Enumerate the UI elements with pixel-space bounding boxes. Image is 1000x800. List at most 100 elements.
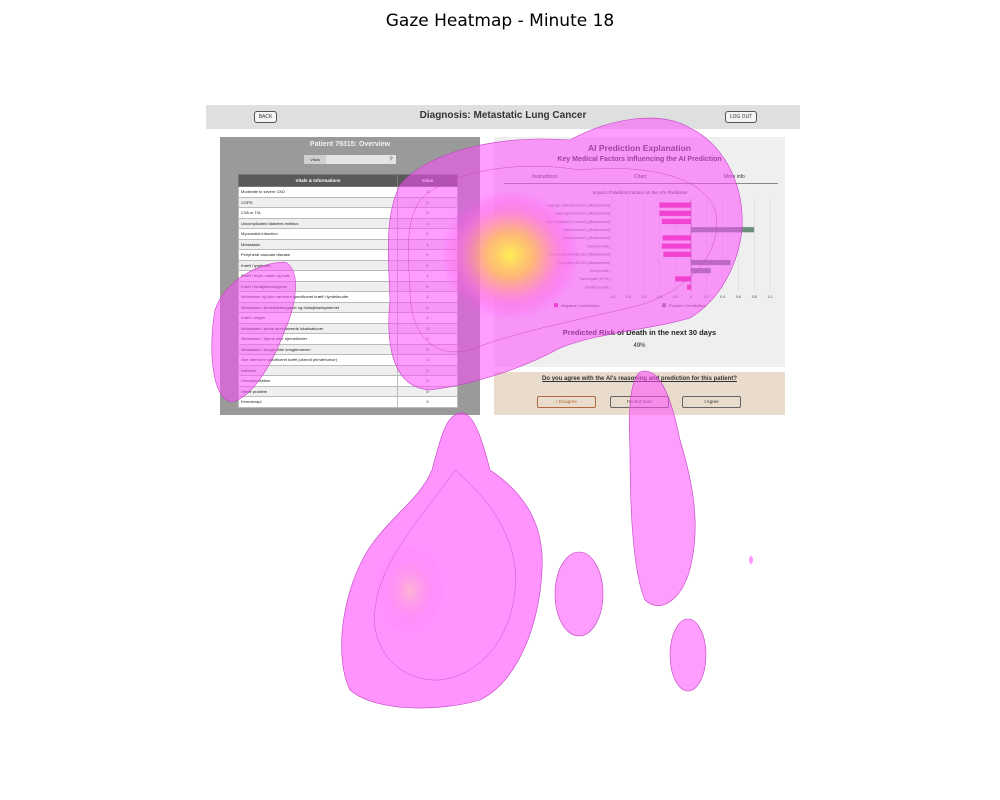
column-header-vitals[interactable]: Vitals & Informations [238,174,398,187]
category-label: Trombocytter (10^9/L) [579,277,610,281]
table-row: Metastaser i knogle eller knoglemarven 0 [238,343,458,355]
legend-positive: Positive Contribution [669,303,706,308]
ai-tabs: Instructions Chart More info [504,174,778,184]
row-label: Urinvejsinfektion [238,375,398,387]
row-label: Kræft i fordøjelsesorganer [238,280,398,292]
category-label: Glukose (mmol/L) [Measurement] [563,236,610,240]
chart-bar [662,235,691,241]
row-value: 0 [397,217,458,229]
x-tick-label: -0.2 [672,295,678,299]
category-label: Alanine transaminase (U/L) [Measurement] [549,253,610,257]
table-row: Kemoterapi 0 [238,396,458,408]
table-row: Hjerte problem 0 [238,385,458,397]
chart-bar [687,284,691,290]
row-value: 0 [397,228,458,240]
chart-bar [659,210,691,216]
factor-impact-chart: Impact of Medical Factors on the AI's Pr… [546,190,772,308]
tab-chart[interactable]: Chart [634,174,646,180]
row-value: 1 [397,238,458,250]
tab-more-info[interactable]: More info [724,174,745,180]
row-label: Moderate to severe CKD [238,186,398,198]
category-label: Urea (mmol/L) [590,269,610,273]
heat-blob-lower [341,412,543,709]
row-value: 0 [397,280,458,292]
chart-bar [675,276,691,282]
category-label: Natrium (mmol/L) [Measurement] [563,228,610,232]
disagree-button[interactable]: I Disagree [537,396,596,408]
row-label: Kemoterapi [238,396,398,408]
row-value: 0 [397,396,458,408]
x-tick-label: 0.2 [704,295,709,299]
row-label: Myocardial infarction [238,228,398,240]
row-value: 0 [397,364,458,376]
row-value: 1 [397,312,458,324]
category-label: Erytrocyttes (10^12/L) [Measurement] [557,261,610,265]
heat-region [341,412,543,709]
ai-explanation-panel: AI Prediction Explanation Key Medical Fa… [494,137,785,367]
row-label: Metastasis [238,238,398,250]
row-value: 0 [397,259,458,271]
table-row: CVA or TIA 0 [238,207,458,219]
table-row: Metastasis 1 [238,238,458,250]
table-row: Kræft i lymfevæv 0 [238,259,458,271]
chart-bar [691,259,731,266]
agreement-panel: Do you agree with the AI's reasoning and… [494,372,785,415]
agree-button[interactable]: I Agree [682,396,741,408]
row-label: Metastaser i andre specificerede lokalis… [238,322,398,334]
table-row: Myocardial infarction 0 [238,228,458,240]
row-value: 0 [397,207,458,219]
risk-value: 49% [633,343,646,349]
heat-hotspot [375,545,445,635]
screenshot-ui: BACK Diagnosis: Metastatic Lung Cancer L… [206,105,800,420]
patient-overview-panel: Patient 79315: Overview Vitals ⚲ Vitals … [220,137,480,415]
table-row: Moderate to severe CKD 0 [238,186,458,198]
logout-button[interactable]: LOG OUT [725,111,757,123]
x-tick-label: 0.6 [736,295,741,299]
chart-bar [691,227,755,233]
search-input[interactable]: ⚲ [326,155,396,164]
row-label: Kræft i lunger [238,312,398,324]
risk-title: Predicted Risk of Death in the next 30 d… [562,328,717,337]
row-value: 0 [397,354,458,366]
category-label: Chlorid (mmol/L) [586,244,610,248]
chart-bar [691,268,711,274]
column-header-value[interactable]: Value [397,174,458,187]
legend-swatch-positive [662,303,666,308]
chart-title: Impact of Medical Factors on the AI's Pr… [593,190,688,195]
row-label: Metastaser i knogle eller knoglemarven [238,343,398,355]
figure-title: Gaze Heatmap - Minute 18 [385,11,615,31]
chart-bar [663,251,691,257]
tab-vitals[interactable]: Vitals [304,155,326,164]
tab-instructions[interactable]: Instructions [532,174,558,180]
category-label: Base (Standard; B ( mmol/L)) [Measuremen… [546,220,610,224]
table-row: Kræft i bryst, nakke og hals 1 [238,270,458,282]
table-row: Metastaser i hjerne eller hjernehinder 0 [238,333,458,345]
row-value: 0 [397,385,458,397]
top-bar: BACK Diagnosis: Metastatic Lung Cancer L… [206,105,800,129]
table-row: Metastaser i andre specificerede lokalis… [238,322,458,334]
row-label: Infektion [238,364,398,376]
row-value: 0 [397,301,458,313]
category-label: Hydrogen carbonat (mmol/L) [Measurement] [547,203,610,207]
row-label: Hjerte problem [238,385,398,397]
row-value: 1 [397,291,458,303]
row-label: Ikke nærmere specificeret kræft (ukendt … [238,354,398,366]
table-row: Infektion 0 [238,364,458,376]
page-title: Diagnosis: Metastatic Lung Cancer [419,110,587,121]
legend-negative: Negative Contribution [561,303,599,308]
table-row: Metastaser i åndedrætsorganer og fordøje… [238,301,458,313]
table-row: Ikke nærmere specificeret kræft (ukendt … [238,354,458,366]
table-row: COPD 0 [238,196,458,208]
category-label: Kreatinin (umol/L) [585,285,610,289]
table-row: Peripheral vascular disease 0 [238,249,458,261]
x-tick-label: 0.8 [752,295,757,299]
row-label: Kræft i lymfevæv [238,259,398,271]
search-icon: ⚲ [389,156,393,162]
row-value: 0 [397,322,458,334]
not-sure-button[interactable]: I'm Not Sure [610,396,669,408]
row-label: Metastaser i åndedrætsorganer og fordøje… [238,301,398,313]
agreement-question: Do you agree with the AI's reasoning and… [542,376,737,382]
x-tick-label: -1.0 [609,295,615,299]
category-label: Haemoglobin (mmol/L) [Measurement] [556,212,610,216]
chart-bar [659,202,691,208]
